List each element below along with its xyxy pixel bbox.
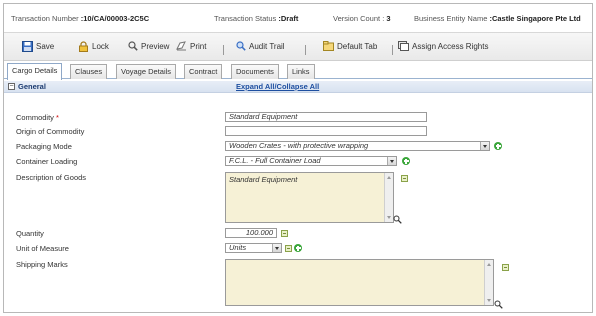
transaction-header: Transaction Number :10/CA/00003-2C5C Tra… <box>4 4 592 33</box>
origin-of-commodity-input[interactable] <box>225 126 427 136</box>
version-count-label: Version Count : <box>333 14 385 23</box>
commodity-label-text: Commodity <box>16 113 54 122</box>
transaction-status-value: :Draft <box>278 14 299 23</box>
shipping-marks-label: Shipping Marks <box>16 260 68 269</box>
packaging-mode-label: Packaging Mode <box>16 142 72 151</box>
transaction-status: Transaction Status :Draft <box>214 14 298 23</box>
toolbar-separator <box>223 45 224 55</box>
business-entity-label: Business Entity Name <box>414 14 488 23</box>
lock-icon <box>79 41 88 52</box>
add-unit-of-measure-icon[interactable] <box>294 244 302 252</box>
container-loading-select[interactable]: F.C.L. - Full Container Load <box>225 156 397 166</box>
business-entity: Business Entity Name :Castle Singapore P… <box>414 14 581 23</box>
tab-cargo-details[interactable]: Cargo Details <box>7 63 63 80</box>
add-packaging-mode-icon[interactable] <box>494 142 502 150</box>
container-loading-label: Container Loading <box>16 157 78 166</box>
shipping-marks-textarea[interactable] <box>225 259 494 306</box>
quantity-label: Quantity <box>16 229 44 238</box>
collapse-toggle-icon[interactable]: − <box>8 83 15 90</box>
printer-icon <box>176 41 186 51</box>
unit-of-measure-label: Unit of Measure <box>16 244 69 253</box>
audit-magnifier-icon <box>236 41 246 51</box>
unit-of-measure-select[interactable]: Units <box>225 243 282 253</box>
lock-button[interactable]: Lock <box>78 41 109 52</box>
default-tab-label: Default Tab <box>337 41 378 51</box>
transaction-number: Transaction Number :10/CA/00003-2C5C <box>11 14 149 23</box>
chevron-down-icon[interactable] <box>272 244 281 252</box>
quantity-note-icon[interactable] <box>281 230 288 237</box>
section-title: General <box>18 82 46 91</box>
tab-voyage-details[interactable]: Voyage Details <box>116 64 177 79</box>
lock-label: Lock <box>92 42 109 51</box>
general-section-header: − General Expand All/Collapse All <box>4 81 592 93</box>
magnifier-icon <box>128 41 138 51</box>
origin-label: Origin of Commodity <box>16 127 85 136</box>
shipping-marks-note-icon[interactable] <box>502 264 509 271</box>
floppy-disk-icon <box>22 41 33 52</box>
print-label: Print <box>190 41 207 51</box>
description-value: Standard Equipment <box>229 175 298 184</box>
unit-note-icon[interactable] <box>285 245 292 252</box>
description-of-goods-textarea[interactable]: Standard Equipment <box>225 172 394 223</box>
transaction-status-label: Transaction Status <box>214 14 277 23</box>
transaction-window: Transaction Number :10/CA/00003-2C5C Tra… <box>3 3 593 313</box>
assign-access-rights-label: Assign Access Rights <box>412 41 489 51</box>
key-icon <box>398 41 409 51</box>
assign-access-rights-button[interactable]: Assign Access Rights <box>398 41 488 51</box>
zoom-icon[interactable] <box>393 215 402 224</box>
audit-trail-label: Audit Trail <box>249 41 285 51</box>
textarea-scrollbar[interactable] <box>484 260 493 305</box>
chevron-down-icon[interactable] <box>480 142 489 150</box>
business-entity-value: :Castle Singapore Pte Ltd <box>489 14 581 23</box>
transaction-number-value: :10/CA/00003-2C5C <box>80 14 150 23</box>
audit-trail-button[interactable]: Audit Trail <box>236 41 285 51</box>
tab-bar: Cargo Details Clauses Voyage Details Con… <box>4 62 592 80</box>
commodity-input[interactable]: Standard Equipment <box>225 112 427 122</box>
transaction-number-label: Transaction Number <box>11 14 79 23</box>
required-marker: * <box>56 113 59 122</box>
version-count: Version Count : 3 <box>333 14 391 23</box>
preview-button[interactable]: Preview <box>128 41 169 51</box>
description-of-goods-label: Description of Goods <box>16 173 87 182</box>
tab-documents[interactable]: Documents <box>231 64 279 79</box>
save-label: Save <box>36 42 55 51</box>
tab-icon <box>323 41 334 51</box>
tab-clauses[interactable]: Clauses <box>70 64 108 79</box>
zoom-icon[interactable] <box>494 300 503 309</box>
save-button[interactable]: Save <box>22 41 54 52</box>
add-container-loading-icon[interactable] <box>402 157 410 165</box>
container-loading-value: F.C.L. - Full Container Load <box>229 156 321 165</box>
toolbar-separator <box>305 45 306 55</box>
textarea-scrollbar[interactable] <box>384 173 393 222</box>
unit-of-measure-value: Units <box>229 243 247 252</box>
tab-links[interactable]: Links <box>287 64 315 79</box>
chevron-down-icon[interactable] <box>387 157 396 165</box>
preview-label: Preview <box>141 41 170 51</box>
commodity-label: Commodity * <box>16 113 59 122</box>
packaging-mode-value: Wooden Crates - with protective wrapping <box>229 141 369 150</box>
default-tab-button[interactable]: Default Tab <box>323 41 377 51</box>
version-count-value: 3 <box>386 14 391 23</box>
print-button[interactable]: Print <box>176 41 206 51</box>
toolbar: Save Lock Preview Print Audit Trail Defa… <box>4 33 592 61</box>
packaging-mode-select[interactable]: Wooden Crates - with protective wrapping <box>225 141 490 151</box>
description-note-icon[interactable] <box>401 175 408 182</box>
expand-collapse-all-link[interactable]: Expand All/Collapse All <box>236 82 319 91</box>
toolbar-separator <box>392 45 393 55</box>
quantity-input[interactable]: 100.000 <box>225 228 277 238</box>
tab-contract[interactable]: Contract <box>184 64 223 79</box>
